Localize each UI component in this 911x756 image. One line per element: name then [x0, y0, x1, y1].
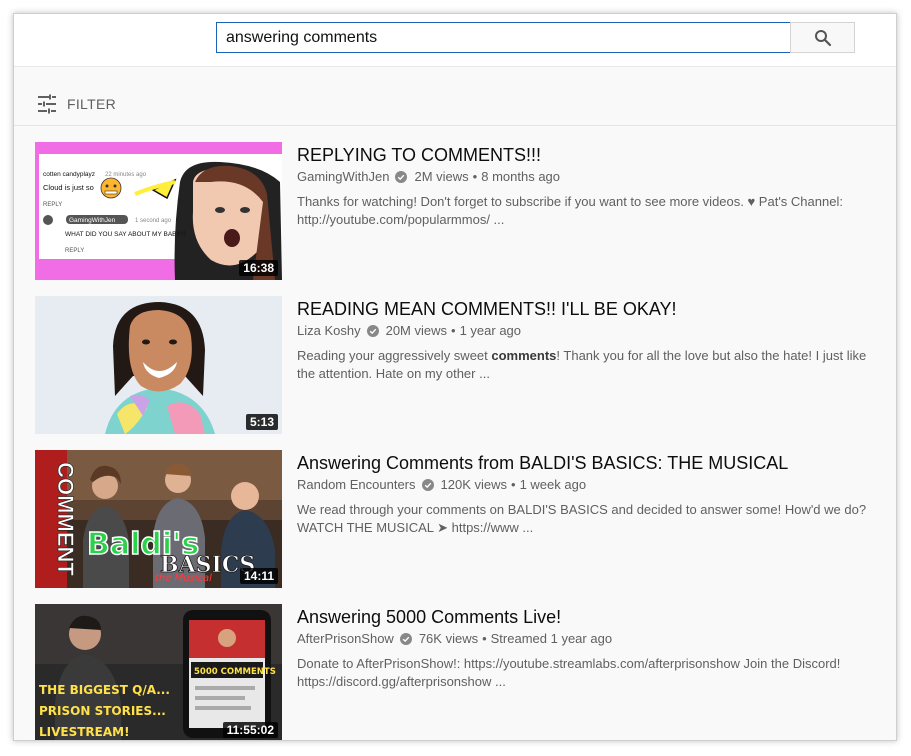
video-thumbnail[interactable]: cotten candyplayz 22 minutes ago Cloud i… [35, 142, 282, 280]
thumb-side-text: COMMENT [53, 462, 78, 576]
channel-name[interactable]: GamingWithJen [297, 169, 389, 184]
meta-separator: • [472, 169, 478, 184]
video-description: Reading your aggressively sweet comments… [297, 348, 867, 381]
thumb-line3: LIVESTREAM! [39, 725, 130, 739]
verified-icon [399, 632, 412, 645]
meta-separator: • [482, 631, 487, 646]
thumb-reply1: REPLY [43, 202, 62, 208]
upload-age: 1 week ago [519, 477, 587, 492]
browser-frame: FILTER [13, 13, 897, 741]
duration-badge: 5:13 [245, 414, 278, 430]
video-thumbnail[interactable]: 5:13 [35, 296, 282, 434]
thumb-time1: 22 minutes ago [105, 172, 147, 178]
search-button[interactable] [790, 22, 855, 53]
thumb-line2: PRISON STORIES... [39, 704, 166, 718]
result-item: cotten candyplayz 22 minutes ago Cloud i… [14, 142, 896, 280]
thumb-time2: 1 second ago [135, 218, 172, 224]
video-title[interactable]: Answering 5000 Comments Live! [297, 607, 561, 628]
duration-badge: 16:38 [239, 260, 278, 276]
video-title[interactable]: Answering Comments from BALDI'S BASICS: … [297, 453, 788, 474]
filter-bar: FILTER [14, 80, 896, 126]
meta-separator: • [451, 323, 456, 338]
view-count: 20M views [385, 323, 448, 338]
result-item: 5:13 READING MEAN COMMENTS!! I'LL BE OKA… [14, 296, 896, 434]
channel-name[interactable]: AfterPrisonShow [297, 631, 394, 646]
view-count: 120K views [440, 477, 507, 492]
thumb-line1: THE BIGGEST Q/A... [39, 683, 170, 697]
masthead [14, 14, 896, 67]
duration-badge: 11:55:02 [222, 722, 278, 738]
video-meta: GamingWithJen 2M views • 8 months ago [297, 169, 560, 184]
channel-name[interactable]: Liza Koshy [297, 323, 361, 338]
thumb-logo3: the Musical [155, 573, 212, 584]
upload-age: Streamed 1 year ago [490, 631, 613, 646]
upload-age: 1 year ago [459, 323, 522, 338]
result-item: 5000 COMMENTS THE BIGGEST Q/A... PRISON … [14, 604, 896, 740]
video-description: Donate to AfterPrisonShow!: https://yout… [297, 656, 841, 689]
video-title[interactable]: REPLYING TO COMMENTS!!! [297, 145, 541, 166]
duration-badge: 14:11 [239, 568, 278, 584]
view-count: 2M views [414, 169, 469, 184]
highlighted-term: comments [491, 348, 557, 363]
verified-icon [421, 478, 434, 491]
video-meta: Liza Koshy 20M views • 1 year ago [297, 323, 521, 338]
result-item: COMMENT Baldi's BASICS the Musical 14:11… [14, 450, 896, 588]
video-description: Thanks for watching! Don't forget to sub… [297, 194, 843, 227]
thumb-user1: cotten candyplayz [43, 171, 95, 178]
video-description: We read through your comments on BALDI'S… [297, 502, 867, 535]
upload-age: 8 months ago [481, 169, 561, 184]
video-meta: Random Encounters 120K views • 1 week ag… [297, 477, 586, 492]
view-count: 76K views [418, 631, 479, 646]
verified-icon [395, 170, 408, 183]
thumb-user2: GamingWithJen [69, 217, 116, 224]
search-input[interactable] [216, 22, 791, 53]
video-meta: AfterPrisonShow 76K views • Streamed 1 y… [297, 631, 612, 646]
thumb-comment2: WHAT DID YOU SAY ABOUT MY BABY!? [65, 231, 187, 238]
verified-icon [366, 324, 379, 337]
video-thumbnail[interactable]: 5000 COMMENTS THE BIGGEST Q/A... PRISON … [35, 604, 282, 740]
thumbnail-image [35, 296, 282, 434]
video-thumbnail[interactable]: COMMENT Baldi's BASICS the Musical 14:11 [35, 450, 282, 588]
thumb-reply2: REPLY [65, 248, 84, 254]
thumb-comment1: Cloud is just so [43, 183, 94, 192]
search-icon [814, 29, 831, 46]
filter-button[interactable]: FILTER [67, 96, 116, 112]
thumb-phone-text: 5000 COMMENTS [194, 667, 276, 677]
filter-icon[interactable] [37, 94, 57, 114]
thumbnail-image: 5000 COMMENTS THE BIGGEST Q/A... PRISON … [35, 604, 282, 740]
channel-name[interactable]: Random Encounters [297, 477, 416, 492]
meta-separator: • [511, 477, 516, 492]
video-title[interactable]: READING MEAN COMMENTS!! I'LL BE OKAY! [297, 299, 677, 320]
